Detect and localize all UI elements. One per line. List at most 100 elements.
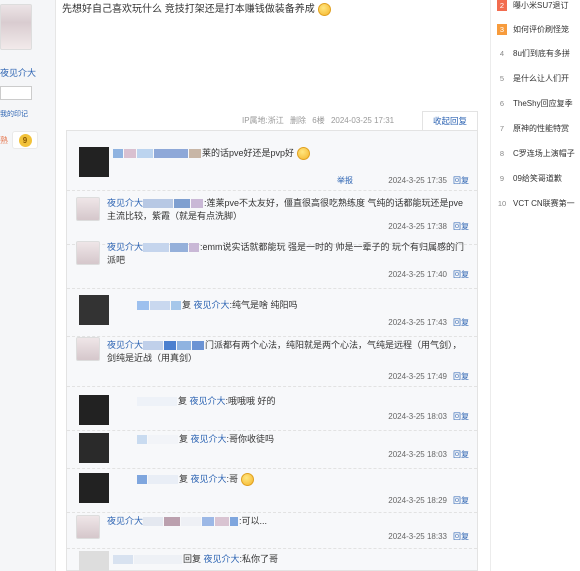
reply-text: 莱的话pve好还是pvp好: [202, 148, 295, 158]
rank-title[interactable]: TheShy回应复季: [513, 99, 573, 108]
reply-footer: 2024-3-25 18:33 回复: [388, 531, 469, 542]
reply-time: 2024-3-25 18:03: [388, 450, 447, 459]
rank-number: 9: [499, 174, 505, 183]
reply-target-user[interactable]: 夜见介大: [190, 396, 226, 406]
reply-target-user[interactable]: 夜见介大: [191, 474, 227, 484]
rank-number: 10: [497, 199, 507, 208]
reply-time: 2024-3-25 17:35: [388, 176, 447, 185]
sidebar-username[interactable]: 夜见介大: [0, 66, 36, 79]
rank-item[interactable]: 10 VCT CN联赛第一: [497, 198, 580, 212]
reply-item: 回复 夜见介大:私你了哥: [67, 545, 477, 571]
reply-body: 复 夜见介大:哦哦哦 好的: [137, 395, 499, 408]
rank-item[interactable]: 5 是什么让人们开: [497, 73, 580, 87]
rank-item[interactable]: 7 原神的性能特赏: [497, 123, 580, 137]
reply-target-user[interactable]: 夜见介大: [191, 434, 227, 444]
reply-username[interactable]: 夜见介大: [107, 340, 143, 350]
reply-body: 莱的话pve好还是pvp好: [113, 147, 475, 161]
reply-text: :哦哦哦 好的: [225, 396, 276, 406]
reply-footer: 2024-3-25 18:03 回复: [388, 449, 469, 460]
reply-username[interactable]: 夜见介大: [107, 198, 143, 208]
reply-item: 复 夜见介大:哥 2024-3-25 18:29 回复: [67, 465, 477, 513]
reply-username[interactable]: 夜见介大: [107, 516, 143, 526]
rank-title[interactable]: 8u们到底有多拼: [513, 49, 570, 58]
reply-time: 2024-3-25 18:29: [388, 496, 447, 505]
rank-title[interactable]: 原神的性能特赏: [513, 124, 569, 133]
rank-title[interactable]: C罗连场上演帽子: [513, 149, 575, 158]
reply-text: :哥: [226, 474, 239, 484]
rank-item[interactable]: 9 09给笑哥道歉: [497, 173, 580, 187]
reply-time: 2024-3-25 17:38: [388, 222, 447, 231]
user-avatar[interactable]: [76, 197, 100, 221]
reply-link[interactable]: 回复: [453, 412, 469, 421]
rank-number: 7: [499, 124, 505, 133]
reply-username[interactable]: 夜见介大: [107, 242, 143, 252]
reply-footer: 2024-3-25 17:35 回复: [388, 175, 469, 186]
reply-text: :纯气是啥 纯阳吗: [229, 300, 298, 310]
rank-number: 4: [499, 49, 505, 58]
rank-item[interactable]: 4 8u们到底有多拼: [497, 48, 580, 62]
user-avatar[interactable]: [0, 4, 32, 50]
post-content: 先想好自己喜欢玩什么 竞技打架还是打本赚钱做装备养成: [62, 0, 331, 16]
reply-body: 夜见介大 门派都有两个心法，纯阳就是两个心法，气纯是远程（用气剑），剑纯是近战（用…: [107, 339, 469, 365]
hot-rank-panel: 2 曝小米SU7退订 3 如何评价刷怪笼 4 8u们到底有多拼 5 是什么让人们开 6T…: [490, 0, 580, 571]
reply-footer: 2024-3-25 17:43 回复: [388, 317, 469, 328]
reply-link[interactable]: 回复: [453, 318, 469, 327]
rank-number: 2: [497, 0, 507, 11]
fire-text: 熟: [0, 136, 8, 145]
reply-link[interactable]: 回复: [453, 222, 469, 231]
rank-item[interactable]: 6 TheShy回应复季: [497, 98, 580, 112]
reply-link[interactable]: 回复: [453, 496, 469, 505]
collapse-replies-button[interactable]: 收起回复: [422, 111, 478, 130]
sidebar-input[interactable]: [0, 86, 32, 100]
reply-prefix: 回复: [183, 554, 202, 564]
reply-item: 夜见介大:emm说实话就都能玩 强是一时的 帅是一辈子的 玩个有归属感的门派吧 …: [67, 235, 477, 289]
rank-item[interactable]: 2 曝小米SU7退订: [497, 0, 580, 14]
reply-prefix: 复: [182, 300, 192, 310]
reply-target-user[interactable]: 夜见介大: [194, 300, 230, 310]
reply-link[interactable]: 回复: [453, 450, 469, 459]
user-avatar[interactable]: [76, 241, 100, 265]
reply-text: :私你了哥: [239, 554, 279, 564]
blurred-avatar: [79, 395, 109, 425]
user-avatar[interactable]: [76, 337, 100, 361]
report-link[interactable]: 举报: [337, 175, 353, 186]
reply-thread: 莱的话pve好还是pvp好 举报 2024-3-25 17:35 回复 夜见介大:…: [66, 130, 478, 571]
rank-number: 6: [499, 99, 505, 108]
emoji-icon: [296, 147, 310, 161]
rank-title[interactable]: 曝小米SU7退订: [513, 1, 569, 10]
blurred-avatar: [79, 147, 109, 177]
reply-body: 复 夜见介大:哥你收徒吗: [137, 433, 499, 446]
reply-prefix: 复: [179, 434, 189, 444]
reply-body: 复 夜见介大:纯气是啥 纯阳吗: [137, 299, 499, 312]
rank-item[interactable]: 8 C罗连场上演帽子: [497, 148, 580, 162]
blurred-avatar: [79, 551, 109, 571]
reply-time: 2024-3-25 17:43: [388, 318, 447, 327]
blurred-avatar: [79, 433, 109, 463]
reply-body: 夜见介大:emm说实话就都能玩 强是一时的 帅是一辈子的 玩个有归属感的门派吧: [107, 241, 469, 267]
reply-footer: 2024-3-25 17:49 回复: [388, 371, 469, 382]
reply-text: :哥你收徒吗: [226, 434, 275, 444]
reply-footer: 2024-3-25 17:38 回复: [388, 221, 469, 232]
sidebar-link[interactable]: 我的印记: [0, 109, 28, 119]
level-coin-icon: 9: [18, 133, 32, 147]
rank-title[interactable]: VCT CN联赛第一: [513, 199, 575, 208]
level-badge[interactable]: 9: [12, 131, 38, 149]
rank-title[interactable]: 如何评价刷怪笼: [513, 25, 569, 34]
reply-footer: 2024-3-25 18:29 回复: [388, 495, 469, 506]
reply-link[interactable]: 回复: [453, 176, 469, 185]
post-text: 先想好自己喜欢玩什么 竞技打架还是打本赚钱做装备养成: [62, 4, 315, 15]
delete-link[interactable]: 删除: [290, 116, 306, 125]
rank-title[interactable]: 09给笑哥道歉: [513, 174, 562, 183]
reply-link[interactable]: 回复: [453, 372, 469, 381]
reply-target-user[interactable]: 夜见介大: [204, 554, 240, 564]
reply-link[interactable]: 回复: [453, 270, 469, 279]
user-avatar[interactable]: [76, 515, 100, 539]
reply-item: 夜见介大 门派都有两个心法，纯阳就是两个心法，气纯是远程（用气剑），剑纯是近战（用…: [67, 331, 477, 387]
reply-prefix: 复: [179, 474, 189, 484]
blurred-avatar: [79, 295, 109, 325]
reply-time: 2024-3-25 18:03: [388, 412, 447, 421]
rank-title[interactable]: 是什么让人们开: [513, 74, 569, 83]
post-time: 2024-03-25 17:31: [330, 116, 395, 125]
rank-item[interactable]: 3 如何评价刷怪笼: [497, 24, 580, 38]
reply-link[interactable]: 回复: [453, 532, 469, 541]
